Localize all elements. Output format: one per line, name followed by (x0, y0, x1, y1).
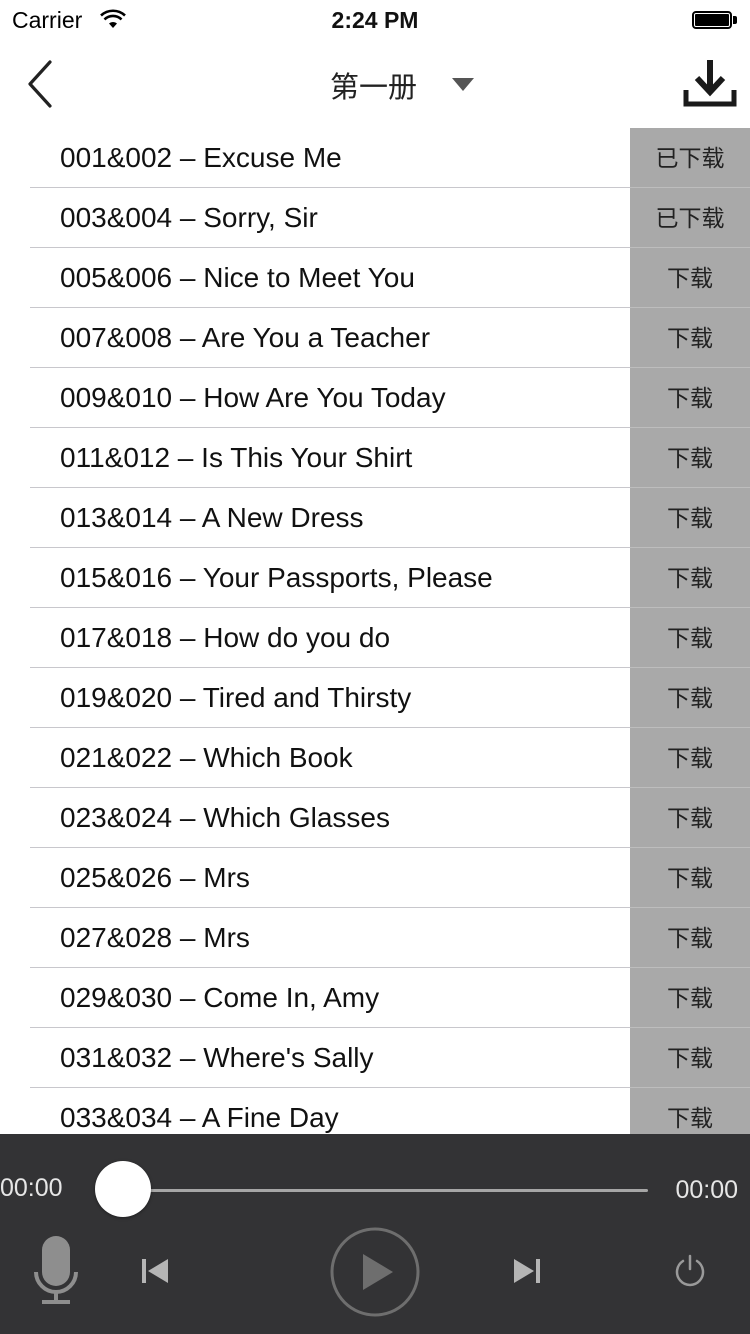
back-button[interactable] (20, 56, 60, 112)
play-button[interactable] (329, 1226, 421, 1318)
lesson-row[interactable]: 017&018 – How do you do 下载 (0, 608, 750, 668)
lesson-title: 005&006 – Nice to Meet You (60, 262, 415, 293)
progress-track[interactable] (122, 1189, 648, 1192)
clock: 2:24 PM (331, 7, 419, 33)
download-button[interactable]: 下载 (630, 608, 750, 668)
lesson-title: 001&002 – Excuse Me (60, 142, 342, 173)
download-button[interactable]: 下载 (630, 308, 750, 368)
download-button[interactable]: 下载 (630, 1088, 750, 1134)
download-button[interactable]: 下载 (630, 908, 750, 968)
lesson-row[interactable]: 015&016 – Your Passports, Please 下载 (0, 548, 750, 608)
lesson-title: 015&016 – Your Passports, Please (60, 562, 493, 593)
power-icon[interactable] (672, 1253, 708, 1289)
download-button[interactable]: 下载 (630, 1028, 750, 1088)
lesson-title: 019&020 – Tired and Thirsty (60, 682, 412, 713)
lesson-title: 027&028 – Mrs (60, 922, 250, 953)
nav-bar: 第一册 (0, 40, 750, 128)
download-button[interactable]: 下载 (630, 848, 750, 908)
download-button[interactable]: 已下载 (630, 188, 750, 248)
lesson-list[interactable]: 001&002 – Excuse Me 已下载 003&004 – Sorry, S… (0, 128, 750, 1134)
download-button[interactable]: 下载 (630, 668, 750, 728)
lesson-row[interactable]: 033&034 – A Fine Day 下载 (0, 1088, 750, 1134)
next-track-icon[interactable] (512, 1256, 542, 1286)
download-button[interactable]: 下载 (630, 488, 750, 548)
lesson-row[interactable]: 007&008 – Are You a Teacher 下载 (0, 308, 750, 368)
lesson-title: 007&008 – Are You a Teacher (60, 322, 431, 353)
download-button[interactable]: 下载 (630, 548, 750, 608)
microphone-icon[interactable] (34, 1234, 78, 1306)
lesson-row[interactable]: 023&024 – Which Glasses 下载 (0, 788, 750, 848)
download-all-button[interactable] (682, 58, 738, 110)
download-button[interactable]: 下载 (630, 248, 750, 308)
lesson-row[interactable]: 013&014 – A New Dress 下载 (0, 488, 750, 548)
audio-player: 00:00 00:00 (0, 1134, 750, 1334)
battery-icon (692, 11, 738, 29)
previous-track-icon[interactable] (140, 1256, 170, 1286)
download-button[interactable]: 下载 (630, 788, 750, 848)
download-button[interactable]: 已下载 (630, 128, 750, 188)
dropdown-arrow-icon[interactable] (452, 78, 474, 92)
volume-title[interactable]: 第一册 (330, 64, 417, 106)
lesson-title: 031&032 – Where's Sally (60, 1042, 374, 1073)
status-bar: Carrier 2:24 PM (0, 0, 750, 40)
lesson-row[interactable]: 019&020 – Tired and Thirsty 下载 (0, 668, 750, 728)
lesson-title: 025&026 – Mrs (60, 862, 250, 893)
lesson-title: 017&018 – How do you do (60, 622, 391, 653)
lesson-row[interactable]: 021&022 – Which Book 下载 (0, 728, 750, 788)
lesson-title: 011&012 – Is This Your Shirt (60, 442, 413, 473)
lesson-title: 009&010 – How Are You Today (60, 382, 446, 413)
lesson-title: 013&014 – A New Dress (60, 502, 364, 533)
current-time: 00:00 (0, 1174, 63, 1202)
download-button[interactable]: 下载 (630, 728, 750, 788)
download-button[interactable]: 下载 (630, 428, 750, 488)
lesson-row[interactable]: 009&010 – How Are You Today 下载 (0, 368, 750, 428)
download-button[interactable]: 下载 (630, 368, 750, 428)
lesson-row[interactable]: 003&004 – Sorry, Sir 已下载 (0, 188, 750, 248)
lesson-row[interactable]: 027&028 – Mrs 下载 (0, 908, 750, 968)
progress-slider-thumb[interactable] (95, 1161, 151, 1217)
lesson-row[interactable]: 011&012 – Is This Your Shirt 下载 (0, 428, 750, 488)
lesson-row[interactable]: 025&026 – Mrs 下载 (0, 848, 750, 908)
lesson-row[interactable]: 001&002 – Excuse Me 已下载 (0, 128, 750, 188)
download-button[interactable]: 下载 (630, 968, 750, 1028)
lesson-title: 033&034 – A Fine Day (60, 1102, 339, 1133)
lesson-row[interactable]: 031&032 – Where's Sally 下载 (0, 1028, 750, 1088)
lesson-row[interactable]: 029&030 – Come In, Amy 下载 (0, 968, 750, 1028)
lesson-title: 003&004 – Sorry, Sir (60, 202, 318, 233)
total-time: 00:00 (675, 1176, 738, 1204)
lesson-row[interactable]: 005&006 – Nice to Meet You 下载 (0, 248, 750, 308)
lesson-title: 023&024 – Which Glasses (60, 802, 390, 833)
lesson-title: 029&030 – Come In, Amy (60, 982, 380, 1013)
lesson-title: 021&022 – Which Book (60, 742, 353, 773)
